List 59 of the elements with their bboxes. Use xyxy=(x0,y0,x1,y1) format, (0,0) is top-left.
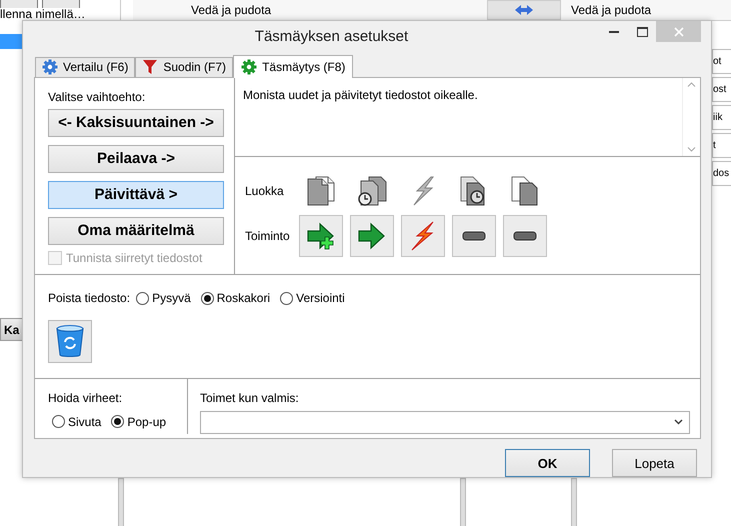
list-item: ot xyxy=(712,49,731,74)
radio-button[interactable] xyxy=(280,292,294,305)
swap-button[interactable] xyxy=(487,0,561,20)
list-item: dos xyxy=(712,161,731,186)
minus-bar-icon xyxy=(462,230,486,241)
radio-button[interactable] xyxy=(111,415,124,428)
gear-icon xyxy=(241,58,258,75)
row-label: Luokka xyxy=(245,184,285,198)
variant-button[interactable]: <- Kaksisuuntainen -> xyxy=(48,108,224,137)
field-label: Toimet kun valmis: xyxy=(200,390,299,405)
column-header: Vedä ja pudota xyxy=(191,3,272,17)
scroll-down-icon xyxy=(687,146,696,152)
chevron-down-icon xyxy=(674,419,683,426)
radio-button[interactable] xyxy=(52,415,65,428)
list-item: ost xyxy=(712,77,731,102)
list-item: iik xyxy=(712,105,731,130)
tab[interactable]: Vertailu (F6) xyxy=(35,56,136,77)
dialog-button[interactable]: OK xyxy=(505,449,590,477)
scroll-up-icon xyxy=(687,82,696,87)
recycle-bin-icon xyxy=(55,324,85,358)
section-label: Valitse vaihtoehto: xyxy=(48,90,146,104)
action-button[interactable] xyxy=(452,214,496,257)
close-icon xyxy=(674,26,684,36)
minimize-icon xyxy=(609,31,619,33)
file-clock-icon xyxy=(356,174,388,207)
action-button[interactable] xyxy=(503,214,547,257)
radio-button[interactable] xyxy=(136,292,150,305)
recycle-bin-button[interactable] xyxy=(48,320,92,363)
maximize-icon xyxy=(636,27,648,37)
checkbox-label: Tunnista siirretyt tiedostot xyxy=(66,250,202,265)
action-button[interactable] xyxy=(299,214,343,257)
radio-label: Roskakori xyxy=(216,291,270,306)
tab[interactable]: Täsmäytys (F8) xyxy=(233,54,354,78)
variant-button[interactable]: Päivittävä > xyxy=(48,180,224,209)
description-text: Monista uudet ja päivitetyt tiedostot oikealle. xyxy=(242,86,479,104)
column-header: Vedä ja pudota xyxy=(571,3,652,17)
dialog-button[interactable]: Lopeta xyxy=(612,449,697,477)
list-item: t xyxy=(712,133,731,158)
window-title: Täsmäyksen asetukset xyxy=(254,28,410,45)
double-arrow-icon xyxy=(514,4,534,16)
variant-button[interactable]: Oma määritelmä xyxy=(48,216,224,245)
field-label: Hoida virheet: xyxy=(48,390,122,405)
action-button[interactable] xyxy=(401,214,445,257)
radio-label: Versiointi xyxy=(296,291,345,306)
variant-button[interactable]: Peilaava -> xyxy=(48,144,224,173)
toolbar-label: llenna nimellä… xyxy=(0,8,86,21)
dropdown-field[interactable] xyxy=(200,410,690,434)
row-label: Toiminto xyxy=(245,228,291,243)
gear-icon xyxy=(42,59,58,76)
side-button[interactable]: Ka xyxy=(0,318,24,341)
file-pair-icon xyxy=(305,174,337,207)
tab[interactable]: Suodin (F7) xyxy=(135,56,234,77)
radio-label: Pysyvä xyxy=(152,291,191,306)
radio-label: Pop-up xyxy=(127,414,166,429)
minus-bar-icon xyxy=(513,230,537,241)
radio-label: Sivuta xyxy=(68,414,102,429)
radio-button[interactable] xyxy=(200,292,214,305)
field-label: Poista tiedosto: xyxy=(48,291,130,306)
action-button[interactable] xyxy=(350,214,394,257)
